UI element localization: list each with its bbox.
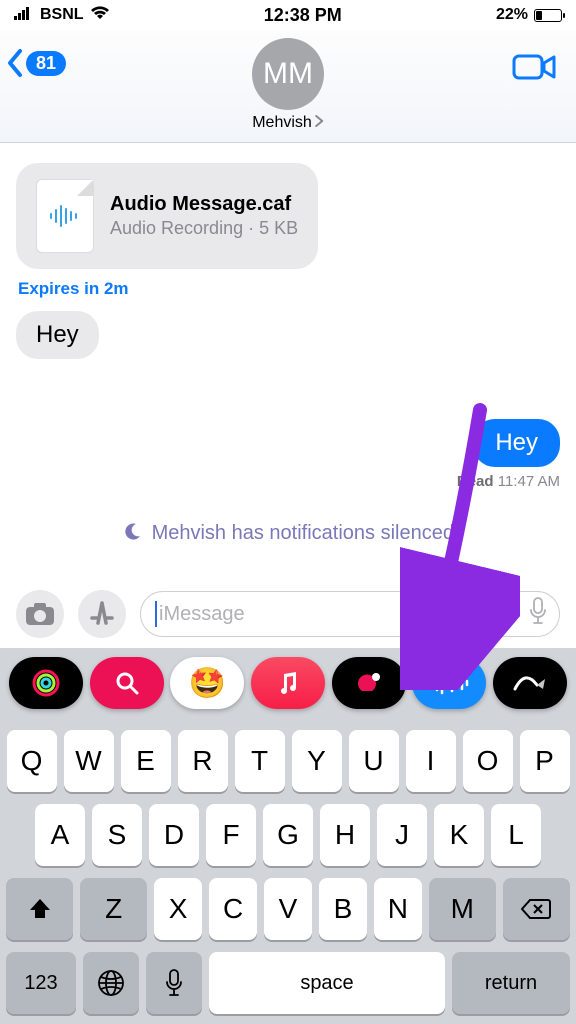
avatar-initials: MM bbox=[263, 57, 313, 91]
key-x[interactable]: X bbox=[154, 878, 202, 940]
attachment-subtitle: Audio Recording · 5 KB bbox=[110, 218, 298, 240]
app-activity[interactable] bbox=[9, 657, 83, 709]
contact-name-label: Mehvish bbox=[252, 114, 312, 132]
return-key[interactable]: return bbox=[452, 952, 570, 1014]
expires-label: Expires in 2m bbox=[18, 279, 560, 299]
key-d[interactable]: D bbox=[149, 804, 199, 866]
cellular-icon bbox=[14, 6, 34, 25]
key-v[interactable]: V bbox=[264, 878, 312, 940]
app-memoji[interactable]: 🤩 bbox=[170, 657, 244, 709]
mic-icon bbox=[165, 969, 183, 997]
wifi-icon bbox=[90, 6, 110, 25]
avatar[interactable]: MM bbox=[252, 38, 324, 110]
camera-icon bbox=[25, 602, 55, 626]
compose-row: iMessage bbox=[0, 590, 576, 638]
key-m[interactable]: M bbox=[429, 878, 496, 940]
key-a[interactable]: A bbox=[35, 804, 85, 866]
silenced-text: Mehvish has notifications silenced bbox=[152, 522, 454, 544]
battery-pct: 22% bbox=[496, 6, 528, 24]
space-key[interactable]: space bbox=[209, 952, 445, 1014]
waveform-icon bbox=[428, 670, 470, 696]
key-b[interactable]: B bbox=[319, 878, 367, 940]
status-left: BSNL bbox=[14, 6, 110, 25]
key-w[interactable]: W bbox=[64, 730, 114, 792]
message-input[interactable]: iMessage bbox=[140, 591, 560, 637]
mic-icon bbox=[529, 597, 547, 625]
shift-icon bbox=[28, 897, 52, 921]
key-h[interactable]: H bbox=[320, 804, 370, 866]
key-p[interactable]: P bbox=[520, 730, 570, 792]
chevron-right-icon bbox=[314, 114, 324, 132]
key-o[interactable]: O bbox=[463, 730, 513, 792]
audio-file-icon bbox=[36, 179, 94, 253]
status-time: 12:38 PM bbox=[264, 5, 342, 26]
incoming-message-bubble[interactable]: Hey bbox=[16, 311, 99, 359]
incoming-attachment-bubble[interactable]: Audio Message.caf Audio Recording · 5 KB bbox=[16, 163, 318, 269]
incoming-message-text: Hey bbox=[36, 321, 79, 348]
shift-key[interactable] bbox=[6, 878, 73, 940]
key-r[interactable]: R bbox=[178, 730, 228, 792]
globe-icon bbox=[97, 969, 125, 997]
keyboard-row-1: QWERTYUIOP bbox=[6, 730, 570, 792]
key-e[interactable]: E bbox=[121, 730, 171, 792]
outgoing-message-text: Hey bbox=[495, 429, 538, 456]
key-i[interactable]: I bbox=[406, 730, 456, 792]
key-j[interactable]: J bbox=[377, 804, 427, 866]
read-receipt: Read 11:47 AM bbox=[16, 473, 560, 490]
key-g[interactable]: G bbox=[263, 804, 313, 866]
key-q[interactable]: Q bbox=[7, 730, 57, 792]
app-audio-message[interactable] bbox=[412, 657, 486, 709]
emoji-key[interactable] bbox=[83, 952, 139, 1014]
key-z[interactable]: Z bbox=[80, 878, 147, 940]
dictation-button[interactable] bbox=[529, 597, 547, 631]
moon-icon bbox=[122, 522, 152, 544]
message-placeholder: iMessage bbox=[159, 603, 245, 626]
app-store-button[interactable] bbox=[78, 590, 126, 638]
key-y[interactable]: Y bbox=[292, 730, 342, 792]
facetime-button[interactable] bbox=[512, 52, 558, 82]
key-t[interactable]: T bbox=[235, 730, 285, 792]
keyboard: QWERTYUIOP ASDFGHJKL ZXCVBNM 123 space r… bbox=[0, 718, 576, 1024]
attachment-meta: Audio Message.caf Audio Recording · 5 KB bbox=[110, 193, 298, 240]
chevron-left-icon bbox=[6, 48, 24, 78]
camera-button[interactable] bbox=[16, 590, 64, 638]
keyboard-row-3: ZXCVBNM bbox=[6, 878, 570, 940]
key-k[interactable]: K bbox=[434, 804, 484, 866]
key-f[interactable]: F bbox=[206, 804, 256, 866]
battery-icon bbox=[534, 9, 562, 22]
backspace-icon bbox=[521, 898, 551, 920]
key-n[interactable]: N bbox=[374, 878, 422, 940]
imessage-app-strip[interactable]: 🤩 bbox=[0, 648, 576, 718]
carrier-label: BSNL bbox=[40, 6, 84, 24]
app-draw[interactable] bbox=[493, 657, 567, 709]
key-c[interactable]: C bbox=[209, 878, 257, 940]
keyboard-row-4: 123 space return bbox=[6, 952, 570, 1014]
attachment-title: Audio Message.caf bbox=[110, 193, 298, 216]
outgoing-message-bubble[interactable]: Hey bbox=[473, 419, 560, 467]
key-u[interactable]: U bbox=[349, 730, 399, 792]
status-right: 22% bbox=[496, 6, 562, 24]
contact-name-button[interactable]: Mehvish bbox=[252, 114, 324, 132]
app-digital-touch[interactable] bbox=[332, 657, 406, 709]
numbers-key[interactable]: 123 bbox=[6, 952, 76, 1014]
conversation-header: 81 MM Mehvish bbox=[0, 30, 576, 143]
key-l[interactable]: L bbox=[491, 804, 541, 866]
keyboard-row-2: ASDFGHJKL bbox=[6, 804, 570, 866]
backspace-key[interactable] bbox=[503, 878, 570, 940]
key-s[interactable]: S bbox=[92, 804, 142, 866]
app-music[interactable] bbox=[251, 657, 325, 709]
back-button[interactable]: 81 bbox=[6, 48, 66, 78]
status-bar: BSNL 12:38 PM 22% bbox=[0, 0, 576, 30]
dictation-key[interactable] bbox=[146, 952, 202, 1014]
app-store-search[interactable] bbox=[90, 657, 164, 709]
notifications-silenced-banner[interactable]: Mehvish has notifications silenced bbox=[16, 522, 560, 545]
app-store-icon bbox=[87, 601, 117, 627]
conversation-thread[interactable]: Audio Message.caf Audio Recording · 5 KB… bbox=[0, 143, 576, 545]
unread-badge: 81 bbox=[26, 51, 66, 76]
text-cursor bbox=[155, 601, 157, 627]
